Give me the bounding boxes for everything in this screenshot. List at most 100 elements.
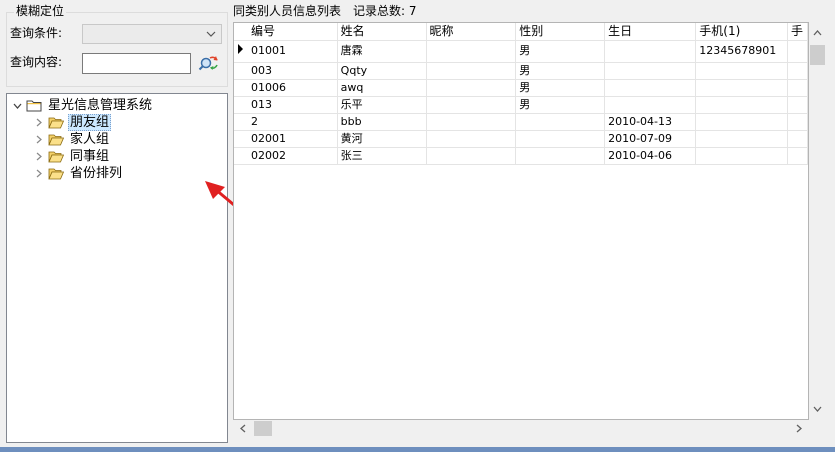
column-header-mobile[interactable]: 手机(1)	[695, 23, 788, 41]
cell-name[interactable]: 唐霖	[337, 40, 427, 63]
cell-mobile[interactable]	[695, 96, 788, 114]
scroll-left-icon[interactable]	[235, 420, 251, 436]
column-header-nickname[interactable]: 昵称	[426, 23, 517, 41]
chevron-right-icon[interactable]	[33, 152, 45, 161]
cell-gender[interactable]: 男	[515, 79, 606, 97]
person-data-grid[interactable]: 编号 姓名 昵称 性别 生日 手机(1) 手 01001 唐霖 男 123456…	[233, 22, 809, 420]
cell-partial[interactable]	[787, 96, 808, 114]
row-header[interactable]	[234, 96, 248, 114]
cell-partial[interactable]	[787, 147, 808, 165]
current-row-indicator-icon	[234, 40, 248, 63]
tree-node-label: 同事组	[70, 149, 110, 164]
tree-node-label: 家人组	[70, 132, 110, 147]
cell-birthday[interactable]	[604, 62, 697, 80]
cell-partial[interactable]	[787, 62, 808, 80]
cell-id[interactable]: 01001	[248, 40, 338, 63]
cell-nickname[interactable]	[426, 147, 517, 165]
folder-icon	[26, 100, 42, 112]
tree-node-family[interactable]: 家人组	[33, 131, 111, 148]
vertical-scroll-thumb[interactable]	[810, 45, 825, 65]
cell-id[interactable]: 01006	[248, 79, 338, 97]
table-row[interactable]: 01006 awq 男	[234, 79, 808, 97]
cell-partial[interactable]	[787, 130, 808, 148]
table-row[interactable]: 003 Qqty 男	[234, 62, 808, 80]
tree-node-provinces[interactable]: 省份排列	[33, 165, 124, 182]
cell-mobile[interactable]	[695, 79, 788, 97]
table-row[interactable]: 01001 唐霖 男 12345678901	[234, 40, 808, 63]
row-header[interactable]	[234, 147, 248, 165]
scrollbar-corner	[809, 420, 826, 437]
cell-partial[interactable]	[787, 79, 808, 97]
cell-name[interactable]: awq	[337, 79, 427, 97]
table-row[interactable]: 02001 黄河 2010-07-09	[234, 130, 808, 148]
table-row[interactable]: 013 乐平 男	[234, 96, 808, 114]
search-button[interactable]	[197, 52, 221, 74]
cell-mobile[interactable]	[695, 113, 788, 131]
cell-mobile[interactable]	[695, 130, 788, 148]
cell-mobile[interactable]	[695, 62, 788, 80]
cell-id[interactable]: 02001	[248, 130, 338, 148]
scroll-down-icon[interactable]	[809, 401, 825, 417]
row-header[interactable]	[234, 130, 248, 148]
condition-combobox[interactable]	[82, 24, 222, 44]
scroll-up-icon[interactable]	[809, 25, 825, 41]
cell-nickname[interactable]	[426, 79, 517, 97]
cell-partial[interactable]	[787, 40, 808, 63]
column-header-partial[interactable]: 手	[787, 23, 808, 41]
cell-birthday[interactable]: 2010-07-09	[604, 130, 697, 148]
table-row[interactable]: 02002 张三 2010-04-06	[234, 147, 808, 165]
cell-id[interactable]: 02002	[248, 147, 338, 165]
cell-gender[interactable]	[515, 130, 606, 148]
cell-id[interactable]: 003	[248, 62, 338, 80]
cell-birthday[interactable]	[604, 40, 697, 63]
category-tree[interactable]: 星光信息管理系统 朋友组 家人组 同事组 省份排列	[6, 93, 228, 443]
cell-gender[interactable]: 男	[515, 40, 606, 63]
cell-gender[interactable]	[515, 147, 606, 165]
cell-birthday[interactable]	[604, 96, 697, 114]
cell-birthday[interactable]	[604, 79, 697, 97]
cell-mobile[interactable]	[695, 147, 788, 165]
row-header[interactable]	[234, 113, 248, 131]
table-row[interactable]: 2 bbb 2010-04-13	[234, 113, 808, 131]
cell-birthday[interactable]: 2010-04-06	[604, 147, 697, 165]
chevron-right-icon[interactable]	[33, 135, 45, 144]
cell-id[interactable]: 2	[248, 113, 338, 131]
cell-nickname[interactable]	[426, 40, 517, 63]
row-header[interactable]	[234, 79, 248, 97]
tree-node-friends[interactable]: 朋友组	[33, 114, 112, 131]
scroll-right-icon[interactable]	[791, 420, 807, 436]
tree-root[interactable]: 星光信息管理系统	[11, 97, 154, 114]
cell-gender[interactable]: 男	[515, 96, 606, 114]
chevron-right-icon[interactable]	[33, 169, 45, 178]
open-folder-icon	[48, 151, 64, 163]
cell-birthday[interactable]: 2010-04-13	[604, 113, 697, 131]
column-header-gender[interactable]: 性别	[515, 23, 606, 41]
cell-nickname[interactable]	[426, 96, 517, 114]
cell-nickname[interactable]	[426, 113, 517, 131]
cell-name[interactable]: 张三	[337, 147, 427, 165]
cell-name[interactable]: Qqty	[337, 62, 427, 80]
cell-name[interactable]: bbb	[337, 113, 427, 131]
horizontal-scrollbar[interactable]	[233, 420, 809, 437]
column-header-id[interactable]: 编号	[248, 23, 338, 41]
cell-name[interactable]: 黄河	[337, 130, 427, 148]
cell-nickname[interactable]	[426, 62, 517, 80]
cell-mobile[interactable]: 12345678901	[695, 40, 788, 63]
column-header-name[interactable]: 姓名	[337, 23, 427, 41]
row-header[interactable]	[234, 62, 248, 80]
horizontal-scroll-thumb[interactable]	[254, 421, 272, 436]
window-bottom-border	[0, 447, 835, 452]
cell-gender[interactable]	[515, 113, 606, 131]
chevron-right-icon[interactable]	[33, 118, 45, 127]
cell-gender[interactable]: 男	[515, 62, 606, 80]
vertical-scrollbar[interactable]	[809, 22, 826, 420]
content-input[interactable]	[82, 53, 191, 74]
list-title-text: 同类别人员信息列表	[233, 4, 342, 18]
cell-id[interactable]: 013	[248, 96, 338, 114]
cell-partial[interactable]	[787, 113, 808, 131]
cell-nickname[interactable]	[426, 130, 517, 148]
chevron-down-icon[interactable]	[11, 103, 23, 109]
column-header-birthday[interactable]: 生日	[604, 23, 697, 41]
tree-node-colleagues[interactable]: 同事组	[33, 148, 111, 165]
cell-name[interactable]: 乐平	[337, 96, 427, 114]
